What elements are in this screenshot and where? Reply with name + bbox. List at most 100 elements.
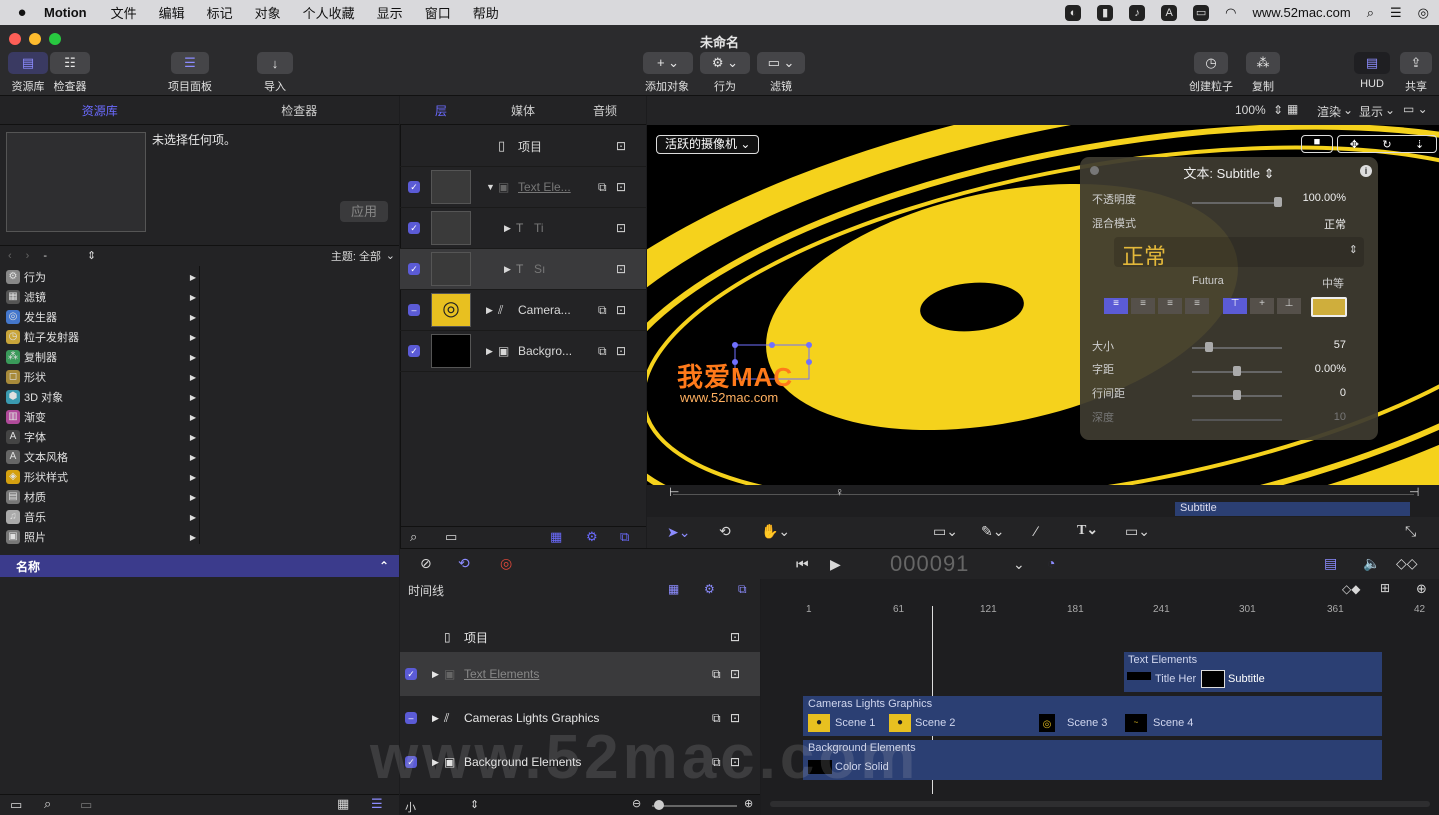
layer-checkbox-mixed[interactable]: – bbox=[408, 304, 420, 316]
timing-icon[interactable]: ◔ bbox=[1047, 555, 1055, 571]
search-library-icon[interactable]: ⌕ bbox=[44, 796, 51, 812]
inspector-button[interactable]: ☷ bbox=[50, 52, 90, 74]
layer-checkbox[interactable]: ✓ bbox=[408, 222, 420, 234]
theme-chevron-icon[interactable]: ⌄ bbox=[386, 249, 395, 262]
menu-view[interactable]: 显示 bbox=[377, 3, 403, 22]
zoom-slider-knob[interactable] bbox=[654, 800, 664, 810]
layer-checkbox[interactable]: ✓ bbox=[408, 345, 420, 357]
search-layers-icon[interactable]: ⌕ bbox=[410, 529, 417, 545]
layer-checkbox[interactable]: ✓ bbox=[408, 181, 420, 193]
folder-icon[interactable]: ▭ bbox=[10, 797, 22, 813]
zoom-out-icon[interactable]: ⊖ bbox=[632, 797, 641, 810]
render-menu[interactable]: 渲染 bbox=[1317, 103, 1341, 120]
camera-select[interactable]: 活跃的摄像机 ⌄ bbox=[656, 135, 760, 154]
lock-icon[interactable]: ⊡ bbox=[616, 303, 626, 317]
disclosure-icon[interactable]: ▶ bbox=[504, 223, 511, 234]
disclosure-icon[interactable]: ▶ bbox=[190, 273, 196, 282]
project-panel-button[interactable]: ☰ bbox=[171, 52, 209, 74]
size-select[interactable]: 小 bbox=[405, 799, 416, 815]
align-right-icon[interactable]: ≡ bbox=[1158, 298, 1182, 314]
group-mode-icon[interactable]: ⧉ bbox=[598, 344, 607, 359]
menu-app-name[interactable]: Motion bbox=[44, 5, 87, 20]
zoom-stepper-icon[interactable]: ⇕ bbox=[1273, 103, 1283, 117]
collapse-icon[interactable]: ⌃ bbox=[379, 559, 389, 573]
disclosure-icon[interactable]: ▶ bbox=[190, 433, 196, 442]
align-left-icon[interactable]: ≡ bbox=[1104, 298, 1128, 314]
camera-view-icon[interactable]: ■ bbox=[1301, 135, 1333, 153]
text-elements-clip[interactable]: Text Elements Title Her Subtitle bbox=[1124, 652, 1382, 692]
apply-button[interactable]: 应用 bbox=[340, 201, 388, 222]
layer-row[interactable]: ✓ ▼ ▣ Text Ele... ⧉ ⊡ bbox=[400, 167, 646, 208]
menu-edit[interactable]: 编辑 bbox=[159, 3, 185, 22]
menu-favorites[interactable]: 个人收藏 bbox=[303, 3, 355, 22]
text-tool-icon[interactable]: T⌄ bbox=[1077, 522, 1098, 539]
back-icon[interactable]: ‹ bbox=[8, 250, 12, 262]
opacity-slider[interactable] bbox=[1192, 202, 1282, 204]
timeline-toggle-icon[interactable]: ▤ bbox=[1324, 555, 1337, 572]
lock-icon[interactable]: ⊡ bbox=[616, 221, 626, 235]
disclosure-icon[interactable]: ▶ bbox=[190, 313, 196, 322]
add-object-button[interactable]: + ⌄ bbox=[643, 52, 693, 74]
timeline-scrollbar[interactable] bbox=[770, 801, 1430, 807]
name-column-header[interactable]: 名称 ⌃ bbox=[0, 555, 399, 577]
disclosure-icon[interactable]: ▶ bbox=[190, 293, 196, 302]
tab-layers[interactable]: 层 bbox=[400, 102, 482, 119]
path-stepper-icon[interactable]: ⇕ bbox=[87, 249, 96, 262]
view-chevron-icon[interactable]: ⌄ bbox=[1385, 103, 1395, 117]
lock-icon[interactable]: ⊡ bbox=[616, 139, 626, 153]
shape-tool-icon[interactable]: ▭⌄ bbox=[933, 523, 958, 540]
library-category-item[interactable]: A 字体 ▶ bbox=[0, 427, 200, 447]
timeline-layer-row[interactable]: ✓ ▶ ▣ Text Elements ⧉ ⊡ bbox=[400, 652, 760, 696]
zoom-select[interactable]: 100% bbox=[1235, 103, 1266, 117]
justify-icon[interactable]: ≡ bbox=[1185, 298, 1209, 314]
line-spacing-value[interactable]: 0 bbox=[1340, 387, 1346, 399]
lock-icon[interactable]: ⊡ bbox=[616, 344, 626, 358]
input-method-icon[interactable]: A bbox=[1161, 4, 1178, 21]
info-icon[interactable]: i bbox=[1360, 165, 1372, 177]
audio-icon[interactable]: 🔈 bbox=[1363, 555, 1380, 572]
disclosure-icon[interactable]: ▶ bbox=[190, 393, 196, 402]
size-stepper-icon[interactable]: ⇕ bbox=[470, 798, 479, 811]
lock-icon[interactable]: ⊡ bbox=[730, 630, 740, 644]
group-mode-icon[interactable]: ⧉ bbox=[598, 180, 607, 195]
fullscreen-icon[interactable]: ⤡ bbox=[1405, 523, 1416, 540]
view-menu[interactable]: 显示 bbox=[1359, 103, 1383, 120]
add-behavior-icon[interactable]: ⚙ bbox=[586, 529, 598, 545]
mute-icon[interactable]: ⊘ bbox=[420, 555, 432, 572]
bell-icon[interactable]: ♪ bbox=[1129, 4, 1146, 21]
disclosure-icon[interactable]: ▶ bbox=[190, 333, 196, 342]
library-category-item[interactable]: ◈ 形状样式 ▶ bbox=[0, 467, 200, 487]
create-particles-button[interactable]: ◷ bbox=[1194, 52, 1228, 74]
timeline-zoom-icon[interactable]: ⊕ bbox=[1416, 581, 1427, 597]
disclosure-icon[interactable]: ▶ bbox=[190, 473, 196, 482]
size-slider-knob[interactable] bbox=[1205, 342, 1213, 352]
layer-row-selected[interactable]: ✓ ▶ T Sı ⊡ bbox=[400, 249, 646, 290]
view-layout-icon[interactable]: ▭ ⌄ bbox=[1403, 102, 1428, 116]
library-category-item[interactable]: ⁂ 复制器 ▶ bbox=[0, 347, 200, 367]
tab-audio[interactable]: 音频 bbox=[564, 102, 646, 119]
color-channel-icon[interactable]: ▦ bbox=[1287, 102, 1298, 116]
zoom-slider[interactable] bbox=[652, 805, 737, 807]
paint-tool-icon[interactable]: ∕ bbox=[1035, 523, 1037, 539]
align-center-icon[interactable]: ≡ bbox=[1131, 298, 1155, 314]
disclosure-icon[interactable]: ▶ bbox=[504, 264, 511, 275]
group-mode-icon[interactable]: ⧉ bbox=[598, 303, 607, 318]
transform-tool-icon[interactable]: ⟲ bbox=[719, 523, 731, 540]
timecode-menu-icon[interactable]: ⌄ bbox=[1013, 556, 1025, 573]
text-color-swatch[interactable] bbox=[1311, 297, 1347, 317]
list-view-icon[interactable]: ☰ bbox=[371, 796, 383, 812]
disclosure-open-icon[interactable]: ▼ bbox=[486, 182, 495, 192]
hud-title-value[interactable]: Subtitle bbox=[1217, 166, 1260, 181]
mini-timeline-subtitle-bar[interactable]: Subtitle bbox=[1175, 502, 1410, 516]
disclosure-icon[interactable]: ▶ bbox=[486, 346, 493, 357]
pan-tool-icon[interactable]: ✋⌄ bbox=[761, 523, 790, 540]
control-center-icon[interactable]: ☰ bbox=[1390, 5, 1402, 21]
line-spacing-slider-knob[interactable] bbox=[1233, 390, 1241, 400]
loop-icon[interactable]: ⟲ bbox=[458, 555, 470, 572]
menu-help[interactable]: 帮助 bbox=[473, 3, 499, 22]
library-category-item[interactable]: A 文本风格 ▶ bbox=[0, 447, 200, 467]
record-icon[interactable]: ◎ bbox=[500, 555, 512, 572]
keyframes-icon[interactable]: ◇◇ bbox=[1396, 555, 1418, 572]
preview-icon[interactable]: ▭ bbox=[80, 797, 92, 813]
timeline-behavior-icon[interactable]: ⚙ bbox=[704, 582, 715, 596]
